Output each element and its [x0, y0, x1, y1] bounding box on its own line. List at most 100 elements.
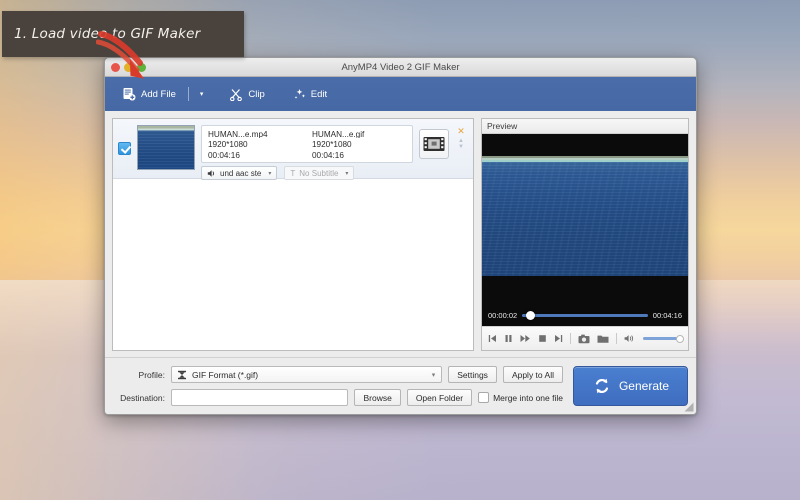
track-selectors: und aac ste ▾ T No Subtitle ▾	[201, 166, 413, 180]
seek-handle[interactable]	[526, 311, 535, 320]
previous-icon	[488, 334, 497, 343]
table-row[interactable]: HUMAN...e.mp4 1920*1080 00:04:16 HUMAN..…	[113, 119, 473, 179]
window-title: AnyMP4 Video 2 GIF Maker	[105, 62, 696, 73]
volume-slider[interactable]	[643, 337, 682, 340]
fast-forward-icon	[520, 334, 531, 343]
profile-select[interactable]: GIF Format (*.gif) ▾	[171, 366, 442, 383]
add-file-icon	[122, 87, 136, 101]
edit-label: Edit	[311, 89, 327, 100]
row-metadata-box: HUMAN...e.mp4 1920*1080 00:04:16 HUMAN..…	[201, 125, 413, 163]
source-resolution: 1920*1080	[208, 139, 302, 148]
target-duration: 00:04:16	[312, 150, 406, 159]
folder-icon	[597, 334, 609, 344]
clip-button[interactable]: Clip	[223, 85, 271, 104]
target-info: HUMAN...e.gif 1920*1080 00:04:16	[312, 129, 406, 159]
main-toolbar: Add File ▾ Clip Edit	[105, 77, 696, 111]
target-filename: HUMAN...e.gif	[312, 129, 406, 138]
bottom-bar: Profile: GIF Format (*.gif) ▾ Settings A…	[105, 357, 696, 414]
previous-button[interactable]	[488, 334, 497, 343]
annotation-callout: 1. Load video to GIF Maker	[2, 11, 244, 57]
next-button[interactable]	[554, 334, 563, 343]
merge-label: Merge into one file	[493, 393, 563, 403]
checkbox-box	[478, 392, 489, 403]
add-file-button[interactable]: Add File	[115, 84, 183, 104]
video-player[interactable]	[482, 134, 688, 307]
target-resolution: 1920*1080	[312, 139, 406, 148]
chevron-down-icon: ▾	[268, 170, 271, 177]
window-titlebar: AnyMP4 Video 2 GIF Maker	[105, 58, 696, 77]
edit-button[interactable]: Edit	[286, 85, 334, 104]
snapshot-button[interactable]	[578, 334, 590, 344]
film-strip-icon	[423, 136, 445, 152]
stop-button[interactable]	[538, 334, 547, 343]
fast-forward-button[interactable]	[520, 334, 531, 343]
destination-input[interactable]	[171, 389, 348, 406]
stop-icon	[538, 334, 547, 343]
profile-label: Profile:	[113, 370, 165, 380]
open-folder-button[interactable]: Open Folder	[407, 389, 472, 406]
playback-controls	[482, 326, 688, 350]
chevron-down-icon: ▾	[345, 170, 348, 177]
desktop-background: 1. Load video to GIF Maker AnyMP4 Video …	[0, 0, 800, 500]
video-thumbnail	[137, 125, 195, 170]
refresh-icon	[592, 376, 612, 396]
subtitle-track-select[interactable]: T No Subtitle ▾	[284, 166, 354, 180]
chevron-down-icon: ▼	[458, 145, 464, 150]
generate-button[interactable]: Generate	[573, 366, 688, 406]
output-settings: Profile: GIF Format (*.gif) ▾ Settings A…	[113, 366, 563, 406]
seek-slider[interactable]	[522, 314, 648, 317]
preview-label: Preview	[482, 119, 688, 134]
file-list: HUMAN...e.mp4 1920*1080 00:04:16 HUMAN..…	[112, 118, 474, 351]
window-body: HUMAN...e.mp4 1920*1080 00:04:16 HUMAN..…	[105, 111, 696, 351]
pause-button[interactable]	[504, 334, 513, 343]
row-actions: ✕ ▲ ▼	[455, 125, 467, 150]
merge-into-one-file-checkbox[interactable]: Merge into one file	[478, 392, 563, 403]
video-frame	[482, 156, 688, 275]
source-duration: 00:04:16	[208, 150, 302, 159]
subtitle-icon: T	[290, 169, 295, 178]
controls-divider	[570, 333, 571, 344]
apply-to-all-button[interactable]: Apply to All	[503, 366, 563, 383]
camera-icon	[578, 334, 590, 344]
chevron-down-icon: ▾	[432, 371, 436, 379]
volume-handle[interactable]	[676, 335, 684, 343]
resize-handle[interactable]	[684, 402, 694, 412]
destination-row: Destination: Browse Open Folder Merge in…	[113, 389, 563, 406]
audio-track-select[interactable]: und aac ste ▾	[201, 166, 277, 180]
source-info: HUMAN...e.mp4 1920*1080 00:04:16	[208, 129, 302, 159]
add-file-label: Add File	[141, 89, 176, 100]
browse-button[interactable]: Browse	[354, 389, 400, 406]
total-time: 00:04:16	[653, 311, 682, 320]
scissors-icon	[230, 88, 243, 101]
row-spinner[interactable]: ▲ ▼	[458, 139, 464, 150]
preview-panel: Preview 00:00:02 00:04:16	[481, 118, 689, 351]
next-icon	[554, 334, 563, 343]
remove-file-button[interactable]: ✕	[457, 127, 465, 136]
volume-icon[interactable]	[624, 334, 635, 343]
generate-label: Generate	[619, 379, 669, 393]
magic-wand-icon	[293, 88, 306, 101]
current-time: 00:00:02	[488, 311, 517, 320]
speaker-icon	[207, 169, 216, 178]
row-metadata: HUMAN...e.mp4 1920*1080 00:04:16 HUMAN..…	[201, 125, 413, 180]
add-file-dropdown-button[interactable]: ▾	[194, 87, 210, 101]
toolbar-divider	[188, 87, 189, 101]
controls-divider	[616, 333, 617, 344]
annotation-text: 1. Load video to GIF Maker	[2, 26, 200, 42]
profile-row: Profile: GIF Format (*.gif) ▾ Settings A…	[113, 366, 563, 383]
source-filename: HUMAN...e.mp4	[208, 129, 302, 138]
row-checkbox[interactable]	[118, 142, 131, 155]
app-window: AnyMP4 Video 2 GIF Maker Add File ▾	[104, 57, 697, 415]
open-folder-button[interactable]	[597, 334, 609, 344]
gif-format-icon	[177, 370, 187, 380]
destination-label: Destination:	[113, 393, 165, 403]
audio-track-label: und aac ste	[220, 169, 261, 178]
preview-film-button[interactable]	[419, 129, 449, 159]
speaker-icon	[624, 334, 635, 343]
pause-icon	[504, 334, 513, 343]
settings-button[interactable]: Settings	[448, 366, 497, 383]
clip-label: Clip	[248, 89, 264, 100]
profile-value: GIF Format (*.gif)	[192, 370, 258, 380]
seek-area: 00:00:02 00:04:16	[482, 307, 688, 326]
subtitle-track-label: No Subtitle	[299, 169, 338, 178]
